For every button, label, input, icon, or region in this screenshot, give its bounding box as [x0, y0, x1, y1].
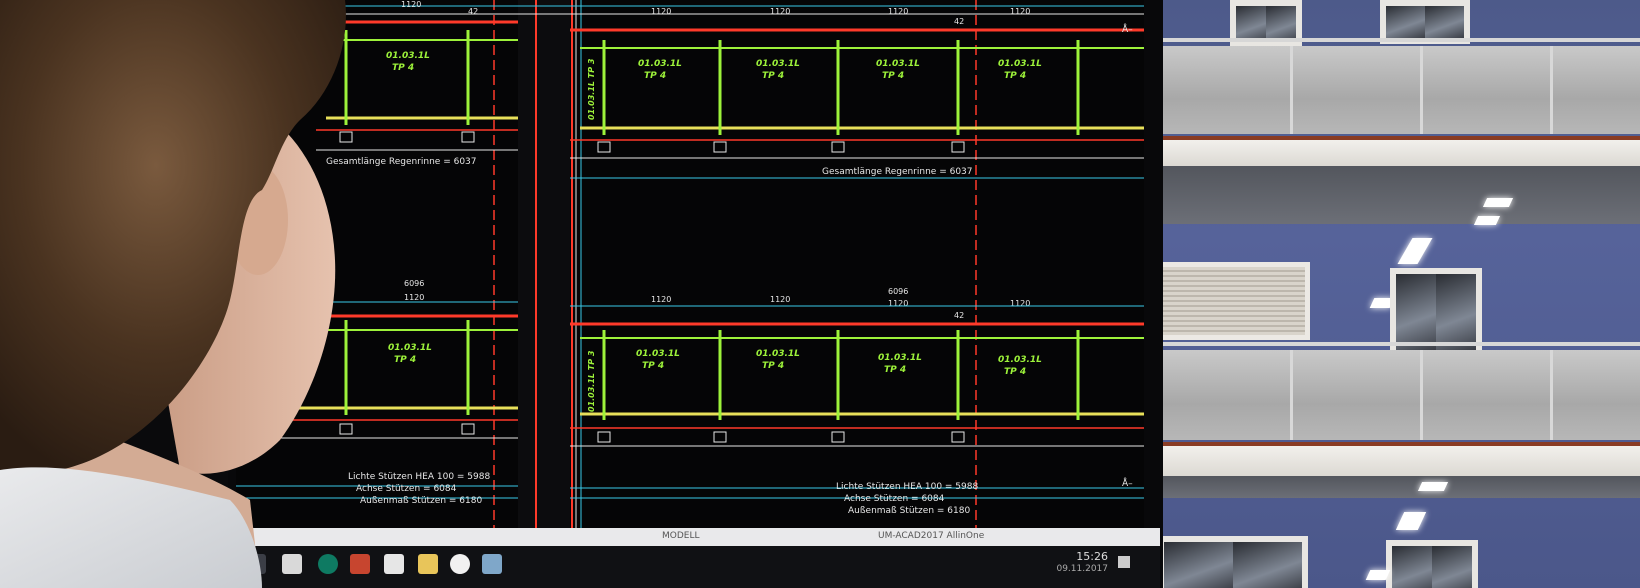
monitor-icon[interactable]	[482, 554, 502, 574]
balcony-soffit	[1150, 476, 1640, 498]
clear-columns-label: Lichte Stützen HEA 100 = 5988	[836, 482, 978, 492]
photo-scene: 01.03.1L TP 4 01.03.1L TP 4 01.03.1L TP …	[0, 0, 1640, 588]
dimension-total: 6096	[404, 279, 424, 288]
window-shutter	[1158, 262, 1310, 340]
building-facade-photo	[1090, 0, 1640, 588]
panel-label: 01.03.1L	[756, 59, 800, 69]
panel-label: 01.03.1L	[636, 349, 680, 359]
browser-icon[interactable]	[450, 554, 470, 574]
model-tab[interactable]: MODELL	[662, 531, 700, 541]
dimension-label: 1120	[1010, 299, 1030, 308]
balcony-soffit	[1150, 166, 1640, 225]
dimension-label: 42	[468, 7, 478, 16]
side-label: 01.03.1L TP 3	[587, 58, 596, 120]
panel-label: TP 4	[762, 361, 784, 371]
notification-icon[interactable]	[1118, 556, 1130, 568]
dimension-label: 1120	[888, 299, 908, 308]
panel-label: 01.03.1L	[876, 59, 920, 69]
dimension-label: 1120	[770, 7, 790, 16]
panel-label: 01.03.1L	[998, 355, 1042, 365]
panel-label: TP 4	[884, 365, 906, 375]
panel-label: TP 4	[642, 361, 664, 371]
dimension-label: 1120	[651, 295, 671, 304]
panel-label: 01.03.1L	[878, 353, 922, 363]
gutter-length-label: Gesamtlänge Regenrinne = 6037	[822, 167, 973, 177]
axis-columns-label: Achse Stützen = 6084	[844, 494, 945, 504]
panel-label: TP 4	[1004, 71, 1026, 81]
cursor-mark: Å–	[1122, 477, 1133, 489]
panel-label: TP 4	[394, 355, 416, 365]
dimension-label: 42	[954, 311, 964, 320]
balcony-slab	[1150, 136, 1640, 166]
balcony-railing	[1090, 342, 1640, 442]
outer-columns-label: Außenmaß Stützen = 6180	[848, 506, 970, 516]
panel-label: 01.03.1L	[388, 343, 432, 353]
panel-label: TP 4	[392, 63, 414, 73]
panel-label: TP 4	[762, 71, 784, 81]
dimension-label: 1120	[888, 7, 908, 16]
taskbar-date[interactable]: 09.11.2017	[1056, 564, 1108, 574]
side-label: 01.03.1L TP 3	[587, 350, 596, 412]
panel-label: 01.03.1L	[756, 349, 800, 359]
panel-label: 01.03.1L	[638, 59, 682, 69]
panel-label: TP 4	[644, 71, 666, 81]
dimension-label: 1120	[404, 293, 424, 302]
panel-label: TP 4	[882, 71, 904, 81]
panel-label: TP 4	[1004, 367, 1026, 377]
dimension-label: 1120	[770, 295, 790, 304]
dimension-label: 42	[954, 17, 964, 26]
cursor-mark: Å–	[1122, 23, 1133, 35]
folder-icon[interactable]	[418, 554, 438, 574]
person-silhouette	[0, 0, 346, 588]
window	[1386, 540, 1478, 588]
dimension-label: 1120	[401, 0, 421, 9]
panel-label: 01.03.1L	[386, 51, 430, 61]
dimension-label: 1120	[651, 7, 671, 16]
dimension-label: 1120	[1010, 7, 1030, 16]
workspace-label[interactable]: UM-ACAD2017 AllinOne	[878, 531, 984, 541]
s-app-icon[interactable]	[384, 554, 404, 574]
window	[1158, 536, 1308, 588]
panel-label: 01.03.1L	[998, 59, 1042, 69]
balcony-slab	[1150, 442, 1640, 476]
dimension-total: 6096	[888, 287, 908, 296]
balcony-railing	[1090, 38, 1640, 136]
taskbar-clock[interactable]: 15:26	[1076, 550, 1108, 563]
